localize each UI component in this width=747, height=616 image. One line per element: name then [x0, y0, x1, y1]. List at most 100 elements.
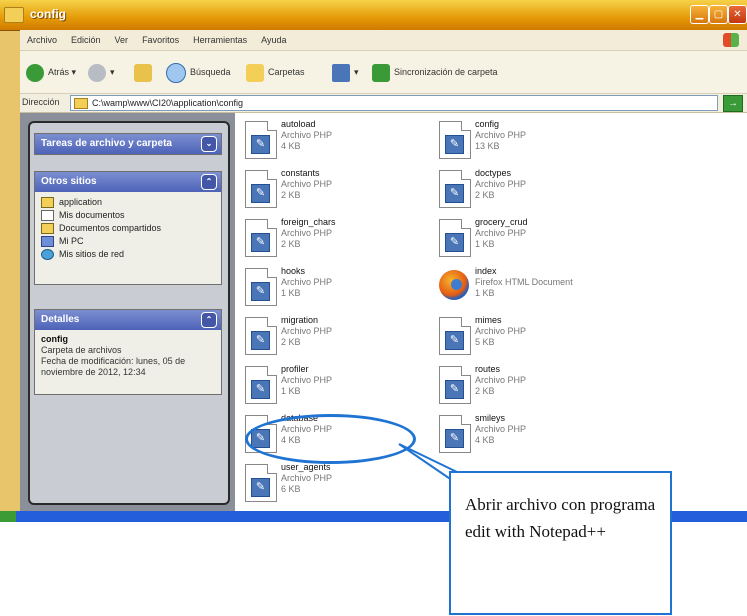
place-mi-pc[interactable]: Mi PC — [41, 235, 215, 248]
menu-favoritos[interactable]: Favoritos — [135, 30, 186, 50]
window-title: config — [30, 7, 66, 21]
firefox-icon — [439, 270, 469, 300]
file-item[interactable]: ✎ config Archivo PHP 13 KB — [429, 119, 649, 163]
places-panel: Otros sitios ⌃ application Mis documento… — [34, 171, 222, 285]
minimize-button[interactable]: ▁ — [690, 5, 709, 24]
file-item[interactable]: ✎ foreign_chars Archivo PHP 2 KB — [235, 217, 455, 261]
file-item[interactable]: ✎ user_agents Archivo PHP 6 KB — [235, 462, 455, 506]
go-button[interactable]: → — [723, 95, 743, 112]
sync-icon — [372, 63, 390, 82]
details-type: Carpeta de archivos — [41, 345, 122, 355]
menu-herramientas[interactable]: Herramientas — [186, 30, 254, 50]
place-application[interactable]: application — [41, 196, 215, 209]
menu-edicion[interactable]: Edición — [64, 30, 108, 50]
file-name: mimes — [475, 315, 502, 325]
computer-icon — [41, 236, 54, 248]
file-item[interactable]: ✎ smileys Archivo PHP 4 KB — [429, 413, 649, 457]
file-size: 2 KB — [475, 386, 495, 396]
menu-ver[interactable]: Ver — [108, 30, 136, 50]
sync-folder-button[interactable]: Sincronización de carpeta — [372, 62, 498, 82]
maximize-button[interactable]: ▢ — [709, 5, 728, 24]
details-modified: Fecha de modificación: lunes, 05 de novi… — [41, 356, 186, 377]
php-file-icon: ✎ — [439, 317, 471, 355]
forward-button[interactable]: ▾ — [88, 62, 115, 82]
back-button[interactable]: Atrás ▾ — [26, 62, 76, 82]
network-icon — [41, 249, 54, 261]
file-size: 5 KB — [475, 337, 495, 347]
file-name: hooks — [281, 266, 306, 276]
task-pane-frame: Tareas de archivo y carpeta ⌄ Otros siti… — [28, 121, 230, 505]
chevron-up-icon[interactable]: ⌃ — [201, 174, 217, 190]
places-panel-header[interactable]: Otros sitios ⌃ — [35, 172, 221, 192]
menu-archivo[interactable]: Archivo — [20, 30, 64, 50]
php-file-icon: ✎ — [439, 219, 471, 257]
file-type: Archivo PHP — [475, 424, 527, 434]
folders-icon — [246, 63, 264, 82]
file-item[interactable]: ✎ migration Archivo PHP 2 KB — [235, 315, 455, 359]
file-item[interactable]: ✎ grocery_crud Archivo PHP 1 KB — [429, 217, 649, 261]
address-bar: Dirección C:\wamp\www\CI20\application\c… — [20, 94, 747, 113]
file-name: doctypes — [475, 168, 512, 178]
file-size: 2 KB — [281, 239, 301, 249]
file-name: user_agents — [281, 462, 331, 472]
close-button[interactable]: ✕ — [728, 5, 747, 24]
file-size: 4 KB — [281, 141, 301, 151]
file-type: Archivo PHP — [475, 375, 527, 385]
details-panel: Detalles ⌃ config Carpeta de archivos Fe… — [34, 309, 222, 395]
chevron-down-icon[interactable]: ⌄ — [201, 136, 217, 152]
place-mis-sitios-de-red[interactable]: Mis sitios de red — [41, 248, 215, 261]
php-file-icon: ✎ — [245, 317, 277, 355]
place-mis-documentos[interactable]: Mis documentos — [41, 209, 215, 222]
file-type: Archivo PHP — [475, 326, 527, 336]
views-icon — [332, 63, 350, 82]
file-name: constants — [281, 168, 320, 178]
start-button[interactable] — [0, 511, 16, 522]
file-type: Archivo PHP — [281, 473, 333, 483]
php-file-icon: ✎ — [439, 415, 471, 453]
file-type: Archivo PHP — [281, 326, 333, 336]
file-type: Archivo PHP — [281, 375, 333, 385]
windows-logo-icon — [723, 33, 739, 47]
shared-folder-icon — [41, 223, 54, 235]
place-documentos-compartidos[interactable]: Documentos compartidos — [41, 222, 215, 235]
folder-icon — [41, 197, 54, 209]
file-type: Archivo PHP — [475, 130, 527, 140]
title-bar[interactable]: config ▁ ▢ ✕ — [0, 0, 747, 31]
php-file-icon: ✎ — [245, 170, 277, 208]
file-item[interactable]: ✎ constants Archivo PHP 2 KB — [235, 168, 455, 212]
search-button[interactable]: Búsqueda — [166, 62, 231, 83]
tasks-panel: Tareas de archivo y carpeta ⌄ — [34, 133, 222, 155]
file-size: 13 KB — [475, 141, 500, 151]
folder-icon — [74, 98, 88, 110]
file-item[interactable]: ✎ mimes Archivo PHP 5 KB — [429, 315, 649, 359]
menu-ayuda[interactable]: Ayuda — [254, 30, 293, 50]
tasks-panel-header[interactable]: Tareas de archivo y carpeta ⌄ — [35, 134, 221, 154]
file-size: 2 KB — [475, 190, 495, 200]
views-button[interactable]: ▾ — [332, 62, 359, 82]
file-size: 1 KB — [281, 288, 301, 298]
chevron-up-icon[interactable]: ⌃ — [201, 312, 217, 328]
file-item[interactable]: ✎ routes Archivo PHP 2 KB — [429, 364, 649, 408]
file-item[interactable]: ✎ hooks Archivo PHP 1 KB — [235, 266, 455, 310]
php-file-icon: ✎ — [245, 464, 277, 502]
address-input[interactable]: C:\wamp\www\CI20\application\config — [70, 95, 718, 111]
file-type: Archivo PHP — [281, 228, 333, 238]
file-name: autoload — [281, 119, 316, 129]
file-item[interactable]: index Firefox HTML Document 1 KB — [429, 266, 649, 310]
callout-text: Abrir archivo con programa edit with Not… — [465, 495, 656, 541]
file-item[interactable]: ✎ doctypes Archivo PHP 2 KB — [429, 168, 649, 212]
file-type: Firefox HTML Document — [475, 277, 573, 287]
file-item[interactable]: ✎ profiler Archivo PHP 1 KB — [235, 364, 455, 408]
file-size: 6 KB — [281, 484, 301, 494]
file-name: foreign_chars — [281, 217, 336, 227]
php-file-icon: ✎ — [245, 366, 277, 404]
folders-button[interactable]: Carpetas — [246, 62, 305, 82]
back-arrow-icon — [26, 63, 44, 82]
details-panel-header[interactable]: Detalles ⌃ — [35, 310, 221, 330]
php-file-icon: ✎ — [439, 366, 471, 404]
file-type: Archivo PHP — [281, 277, 333, 287]
callout-box: Abrir archivo con programa edit with Not… — [449, 471, 672, 615]
file-item[interactable]: ✎ autoload Archivo PHP 4 KB — [235, 119, 455, 163]
up-folder-button[interactable] — [134, 62, 156, 82]
task-pane: Tareas de archivo y carpeta ⌄ Otros siti… — [20, 113, 235, 511]
